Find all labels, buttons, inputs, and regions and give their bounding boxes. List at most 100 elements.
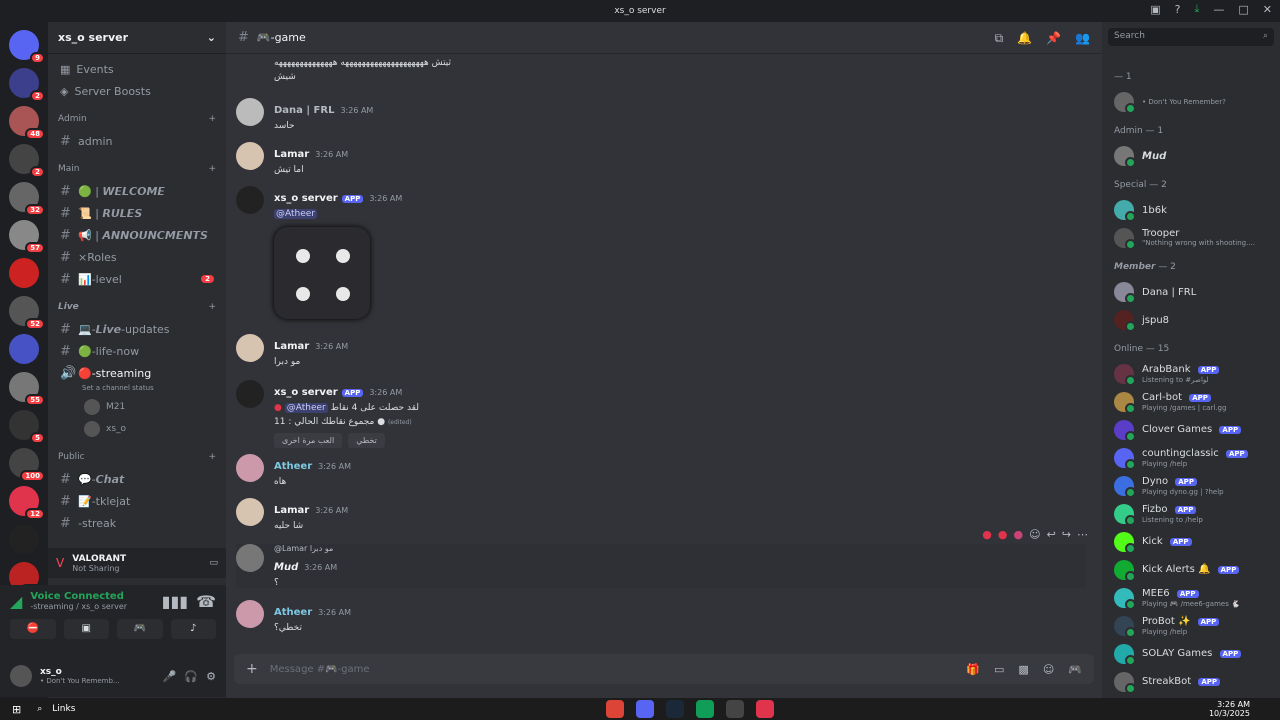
members-icon[interactable]: 👥 [1075,31,1090,46]
reaction-icon[interactable]: ● [982,528,992,541]
message[interactable]: xs_o server APP 3:26 AM @Atheer [236,186,1086,319]
windows-start-icon[interactable]: ⊞ [12,703,21,716]
activity-button[interactable]: 🎮 [117,619,163,639]
message-author[interactable]: xs_o server [274,193,338,204]
server-header[interactable]: xs_o server ⌄ [48,22,226,54]
server-icon[interactable]: 5 [9,410,45,444]
valorant-taskbar-icon[interactable] [756,700,774,718]
reaction-icon[interactable]: ● [1013,528,1023,541]
message-author[interactable]: Lamar [274,149,309,160]
member-item[interactable]: countingclassic APP Playing /help [1102,444,1280,472]
activities-icon[interactable]: 🎮 [1068,663,1082,676]
soundboard-button[interactable]: ♪ [170,619,216,639]
screen-share-icon[interactable]: ▭ [209,558,218,568]
member-item[interactable]: ProBot ✨ APP Playing /help [1102,612,1280,640]
add-channel-icon[interactable]: + [208,164,216,174]
member-item[interactable]: MEE6 APP Playing 🎮 /mee6-games 🐇 [1102,584,1280,612]
message-author[interactable]: Lamar [274,341,309,352]
message[interactable]: ثيتش ههههههههههههههههههههه ههههههههههههه… [236,54,1086,82]
avatar[interactable] [236,544,264,572]
message[interactable]: Atheer 3:26 AM تخطي؟ [236,600,1086,633]
emoji-icon[interactable]: ☺ [1043,663,1054,676]
channel-item[interactable]: # 💻-𝙇𝙞𝙫𝙚-updates [54,318,220,340]
noise-suppression-icon[interactable]: ▮▮▮ [162,592,188,611]
channel-item[interactable]: # 📢 | 𝘼𝙉𝙉𝙊𝙐𝙉𝘾𝙈𝙀𝙉𝙏𝙎 [54,224,220,246]
app-icon[interactable] [726,700,744,718]
server-icon[interactable]: 2 [9,68,45,102]
server-icon[interactable]: 48 [9,106,45,140]
channel-item[interactable]: # 📊-level 2 [54,268,220,290]
add-channel-icon[interactable]: + [208,452,216,462]
message[interactable]: Lamar 3:26 AM مو دبرا [236,334,1086,367]
mention[interactable]: @Atheer [284,403,328,413]
chrome-icon[interactable] [606,700,624,718]
channel-item[interactable]: # 💬-𝘾𝙝𝙖𝙩 [54,468,220,490]
member-item[interactable]: SOLAY Games APP [1102,640,1280,668]
member-item[interactable]: Dana | FRL [1102,278,1280,306]
member-item[interactable]: ArabBank APP Listening to #لواصر [1102,360,1280,388]
steam-icon[interactable] [666,700,684,718]
avatar[interactable] [236,186,264,214]
member-item[interactable]: Fizbo APP Listening to /help [1102,500,1280,528]
category-header[interactable]: 𝙇𝙞𝙫𝙚 + [54,296,220,318]
member-item[interactable]: 1b6k [1102,196,1280,224]
taskbar-search-icon[interactable]: ⌕ [37,704,42,714]
message-input[interactable]: Message #🎮-game [270,664,370,675]
channel-item[interactable]: # ×Roles [54,246,220,268]
message-author[interactable]: Atheer [274,461,312,472]
close-button[interactable]: ✕ [1263,3,1272,16]
message-author[interactable]: Dana | FRL [274,105,334,116]
server-icon[interactable]: 100 [9,448,45,482]
message[interactable]: Dana | FRL 3:26 AM حاسد [236,98,1086,131]
reply-icon[interactable]: ↩ [1047,528,1056,541]
member-item[interactable]: 𝙈𝙪𝙙 [1102,142,1280,170]
forward-icon[interactable]: ↪ [1062,528,1071,541]
search-input[interactable]: Search ⌕ [1108,28,1274,46]
avatar[interactable] [236,600,264,628]
headphones-icon[interactable]: 🎧 [184,670,198,683]
help-icon[interactable]: ? [1175,3,1181,16]
server-icon[interactable] [9,334,39,364]
mention[interactable]: @Atheer [274,209,318,219]
screen-share-button[interactable]: ▣ [63,619,109,639]
message[interactable]: xs_o server APP 3:26 AM ● @Atheer لقد حصلت … [236,380,1086,448]
channel-item[interactable]: # 🟢-life-now [54,340,220,362]
avatar[interactable] [236,454,264,482]
bell-icon[interactable]: 🔔 [1017,31,1032,46]
message[interactable]: Lamar 3:26 AM اما تيش [236,142,1086,175]
disconnect-icon[interactable]: ☎ [196,592,216,611]
member-item[interactable]: Carl-bot APP Playing /games | carl.gg [1102,388,1280,416]
member-item[interactable]: Kick Alerts 🔔 APP [1102,556,1280,584]
add-channel-icon[interactable]: + [208,114,216,124]
server-icon[interactable]: 57 [9,220,45,254]
discord-icon[interactable] [636,700,654,718]
server-icon[interactable]: 2 [9,144,45,178]
message-author[interactable]: 𝙈𝙪𝙙 [274,562,298,573]
voice-user[interactable]: xs_o [54,418,220,440]
server-icon[interactable]: 52 [9,296,45,330]
gear-icon[interactable]: ⚙ [206,670,216,683]
microphone-icon[interactable]: 🎤 [163,670,177,683]
minimize-button[interactable]: — [1213,3,1224,16]
avatar[interactable] [236,334,264,362]
member-item[interactable]: Clover Games APP [1102,416,1280,444]
channel-item[interactable]: # 📝-tklejat [54,490,220,512]
member-item[interactable]: • Don't You Remember? [1102,88,1280,116]
message-author[interactable]: xs_o server [274,387,338,398]
reaction-icon[interactable]: ● [998,528,1008,541]
inbox-icon[interactable]: ▣ [1150,3,1160,16]
member-item[interactable]: StreakBot APP [1102,668,1280,696]
play-again-button[interactable]: العب مرة اخرى [274,433,343,448]
avatar[interactable] [236,98,264,126]
pin-icon[interactable]: 📌 [1046,31,1061,46]
voice-status[interactable]: Voice Connected [30,591,127,602]
channel-item[interactable]: 🔊 🔴-streaming [54,362,220,384]
member-item[interactable]: Kick APP [1102,528,1280,556]
server-icon[interactable]: 9 [9,30,45,64]
server-icon[interactable]: 12 [9,486,45,520]
maximize-button[interactable]: □ [1238,3,1248,16]
gift-icon[interactable]: 🎁 [966,663,980,676]
channel-item[interactable]: # 🟢 | 𝙒𝙀𝙇𝘾𝙊𝙈𝙀 [54,180,220,202]
server-icon[interactable]: 32 [9,182,45,216]
category-header[interactable]: Public + [54,446,220,468]
